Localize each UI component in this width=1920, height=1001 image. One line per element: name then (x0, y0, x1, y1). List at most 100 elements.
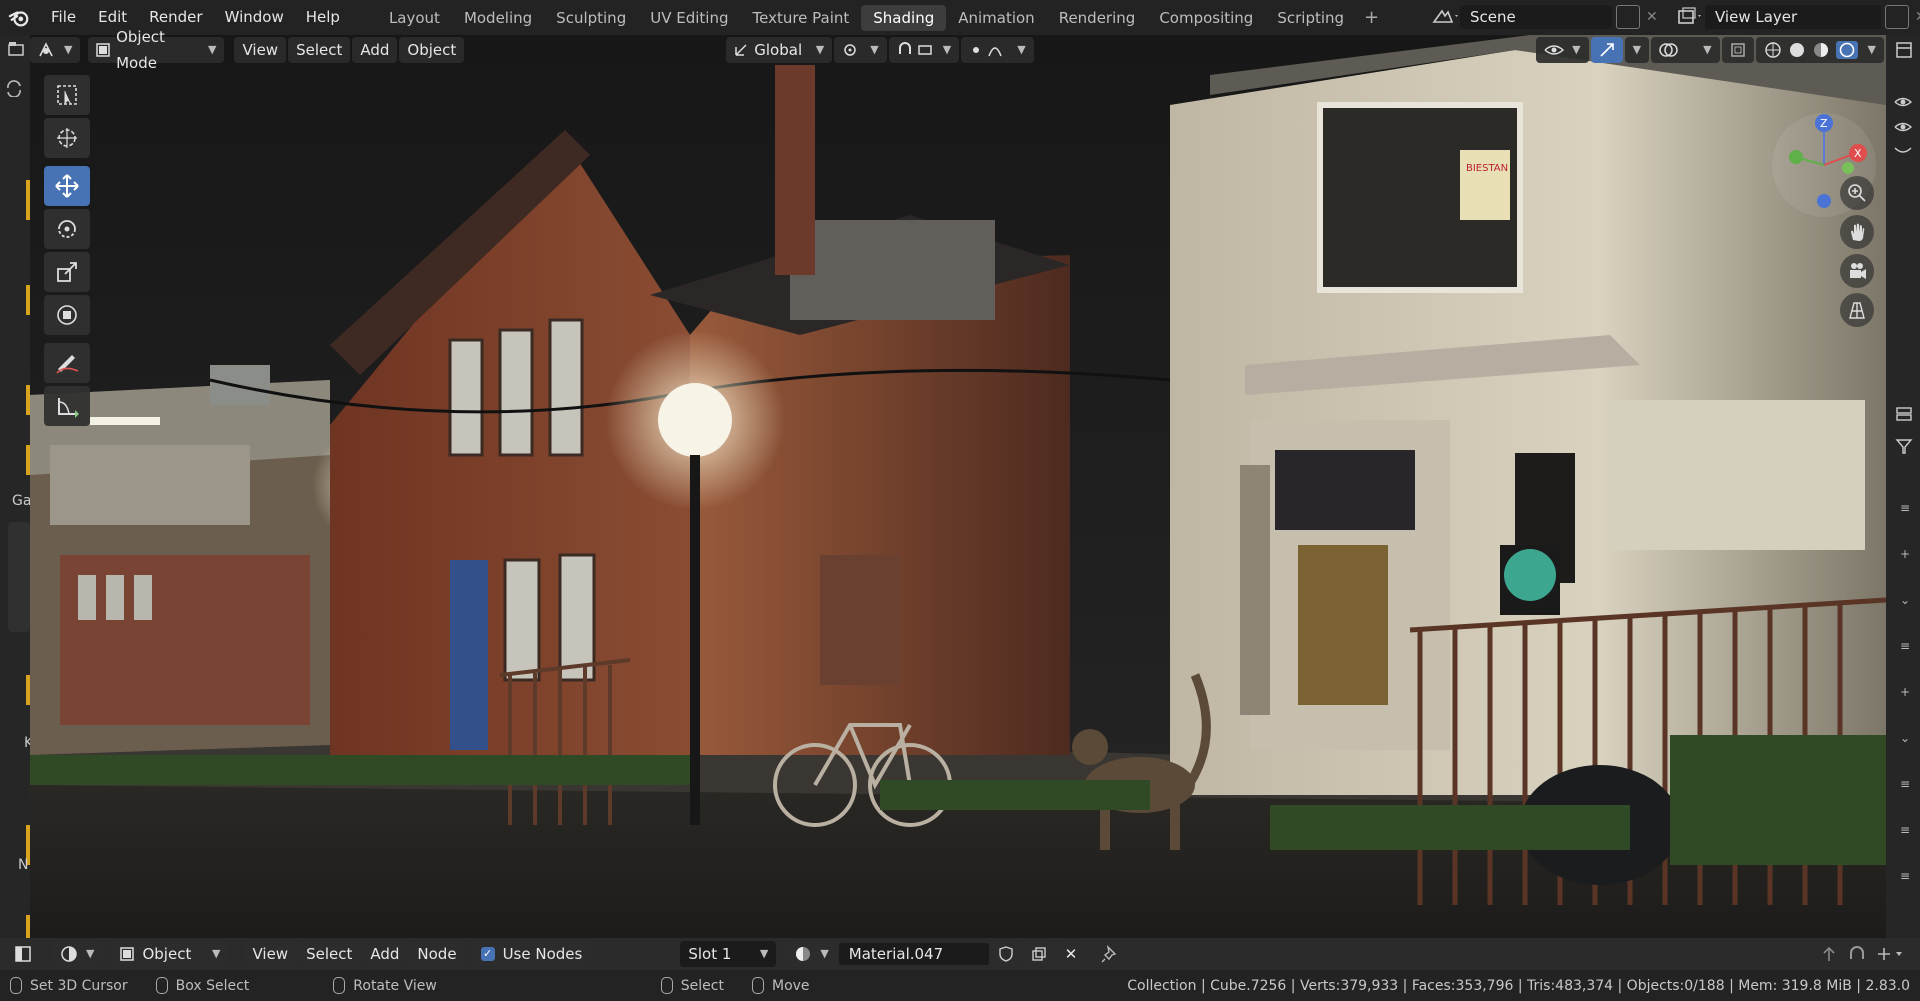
scale-tool[interactable] (44, 252, 90, 292)
view-layer-field[interactable]: View Layer (1705, 5, 1881, 29)
status-label: Box Select (175, 977, 250, 994)
add-workspace-icon[interactable]: + (1356, 7, 1387, 28)
file-browser-icon[interactable] (8, 41, 24, 57)
status-rotate-view: Rotate View (329, 977, 437, 994)
new-view-layer-icon[interactable] (1885, 5, 1909, 29)
pivot-point-button[interactable]: ▼ (834, 37, 887, 63)
transform-tool[interactable] (44, 295, 90, 335)
tab-uv-editing[interactable]: UV Editing (638, 5, 740, 31)
tab-scripting[interactable]: Scripting (1265, 5, 1356, 31)
menu-select[interactable]: Select (288, 37, 351, 63)
shader-menu-view[interactable]: View (244, 941, 297, 967)
snap-options-icon[interactable] (1876, 945, 1906, 963)
camera-view-button[interactable] (1840, 254, 1874, 288)
annotate-tool[interactable] (44, 343, 90, 383)
tab-shading[interactable]: Shading (861, 4, 947, 31)
menu-file[interactable]: File (40, 0, 87, 35)
gizmo-dropdown[interactable]: ▼ (1624, 37, 1650, 63)
new-scene-icon[interactable] (1616, 5, 1640, 29)
chevron-down-icon[interactable]: ⌄ (1900, 577, 1910, 623)
editor-type-button[interactable]: ▼ (30, 37, 81, 63)
tab-texture-paint[interactable]: Texture Paint (740, 5, 861, 31)
cursor-tool[interactable] (44, 118, 90, 158)
move-tool[interactable] (44, 166, 90, 206)
collapse-icon[interactable]: ≡ (1900, 485, 1910, 531)
shader-menu-select[interactable]: Select (298, 941, 361, 967)
menu-window[interactable]: Window (214, 0, 295, 35)
material-name-field[interactable]: Material.047 (838, 943, 989, 965)
properties-strip: ≡ + ⌄ ≡ + ⌄ ≡ ≡ ≡ (1886, 35, 1920, 938)
menu-view[interactable]: View (234, 37, 287, 63)
select-box-icon (57, 85, 77, 105)
tab-animation[interactable]: Animation (946, 5, 1046, 31)
transform-orientation-dropdown[interactable]: Global ▼ (726, 37, 833, 63)
visibility-button[interactable]: ▼ (1536, 37, 1589, 63)
mode-dropdown[interactable]: Object Mode ▼ (88, 28, 225, 72)
tab-layout[interactable]: Layout (377, 5, 452, 31)
filter-icon[interactable] (1895, 437, 1913, 455)
shader-menu-node[interactable]: Node (409, 941, 465, 967)
xray-button[interactable] (1721, 37, 1754, 63)
remove-scene-icon[interactable]: ✕ (1646, 9, 1658, 25)
menu-add[interactable]: Add (352, 37, 398, 63)
measure-tool[interactable] (44, 386, 90, 426)
3d-viewport[interactable]: BIESTAN Z X (30, 35, 1886, 938)
ortho-toggle-button[interactable] (1840, 293, 1874, 327)
fake-user-button[interactable] (990, 941, 1021, 967)
shading-mode-buttons[interactable]: ▼ (1755, 37, 1884, 63)
tab-sculpting[interactable]: Sculpting (544, 5, 638, 31)
eye-icon[interactable] (1894, 95, 1912, 109)
overlays-button[interactable]: ▼ (1651, 37, 1720, 63)
shading-modes-icon (1764, 41, 1858, 59)
blender-logo-icon[interactable] (8, 7, 30, 29)
view-layer-icon[interactable] (1675, 6, 1705, 28)
pin-icon[interactable] (1101, 945, 1119, 963)
proportional-edit-button[interactable]: ▼ (961, 37, 1034, 63)
snap-magnet-icon[interactable] (1848, 945, 1866, 963)
gizmo-toggle-button[interactable] (1590, 37, 1623, 63)
add-icon[interactable]: + (1900, 531, 1910, 577)
slot-dropdown[interactable]: Slot 1 ▼ (680, 941, 777, 967)
remove-view-layer-icon[interactable]: ✕ (1915, 9, 1920, 25)
shader-right-controls (1820, 945, 1906, 963)
duplicate-material-button[interactable] (1022, 941, 1055, 967)
scene-icon[interactable] (1430, 6, 1460, 28)
gizmo-x-label: X (1854, 147, 1862, 160)
shader-menu-add[interactable]: Add (362, 941, 408, 967)
outliner-icon[interactable] (1895, 41, 1913, 59)
orientation-icon (735, 44, 747, 56)
eye-icon[interactable] (1894, 120, 1912, 134)
chevron-down-icon[interactable]: ⌄ (1900, 715, 1910, 761)
collapse-icon[interactable]: ≡ (1900, 623, 1910, 669)
scene-name-field[interactable]: Scene (1460, 5, 1612, 29)
collapse-icon[interactable]: ≡ (1900, 853, 1910, 899)
tab-rendering[interactable]: Rendering (1047, 5, 1148, 31)
refresh-icon[interactable] (4, 79, 24, 97)
chevron-down-icon: ▼ (942, 43, 952, 56)
camera-icon (1850, 263, 1866, 279)
viewport-menus: View Select Add Object (234, 37, 466, 63)
node-editor-icon[interactable] (14, 945, 32, 963)
eye-icon (1544, 45, 1565, 55)
add-icon[interactable]: + (1900, 669, 1910, 715)
parent-node-icon[interactable] (1820, 945, 1838, 963)
menu-help[interactable]: Help (295, 0, 351, 35)
pan-button[interactable] (1840, 215, 1874, 249)
zoom-button[interactable] (1840, 176, 1874, 210)
side-scrollbar[interactable] (8, 522, 30, 632)
select-box-tool[interactable] (44, 75, 90, 115)
tab-modeling[interactable]: Modeling (452, 5, 544, 31)
properties-icon[interactable] (1895, 405, 1913, 423)
eye-closed-icon[interactable] (1894, 145, 1912, 157)
tab-compositing[interactable]: Compositing (1147, 5, 1265, 31)
snap-button[interactable]: ▼ (888, 37, 960, 63)
menu-object[interactable]: Object (399, 37, 465, 63)
shader-type-button[interactable]: ▼ (52, 941, 103, 967)
use-nodes-toggle[interactable]: ✓ Use Nodes (472, 941, 591, 967)
unlink-material-button[interactable]: ✕ (1056, 941, 1086, 967)
shader-object-dropdown[interactable]: Object ▼ (112, 941, 229, 967)
collapse-icon[interactable]: ≡ (1900, 807, 1910, 853)
collapse-icon[interactable]: ≡ (1900, 761, 1910, 807)
material-browse-button[interactable]: ▼ (786, 941, 837, 967)
rotate-tool[interactable] (44, 209, 90, 249)
